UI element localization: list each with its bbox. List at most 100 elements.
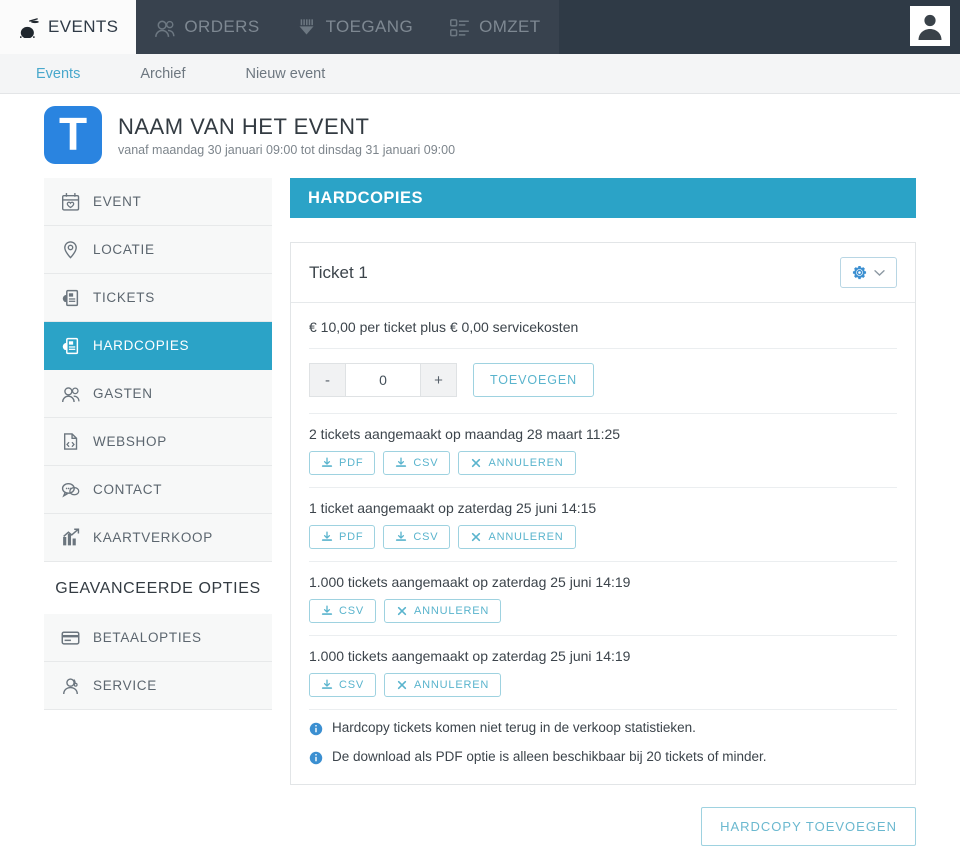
batch-description: 2 tickets aangemaakt op maandag 28 maart… (309, 426, 621, 442)
batch-pdf-button[interactable]: PDF (309, 525, 376, 549)
batch-csv-button[interactable]: CSV (383, 525, 451, 549)
batch-actions: PDF CSV Annuleren (309, 525, 897, 549)
ticket-notes: Hardcopy tickets komen niet terug in de … (309, 710, 897, 768)
sidebar: Event Locatie Tickets Hardcopies Gasten Websh… (44, 178, 272, 710)
batch-button-label: CSV (413, 457, 439, 469)
download-icon (396, 531, 407, 541)
batch-annuleren-button[interactable]: Annuleren (458, 525, 576, 549)
sidebar-item-gasten[interactable]: Gasten (44, 370, 272, 418)
batch-annuleren-button[interactable]: Annuleren (384, 673, 502, 697)
sidebar-item-label: Tickets (93, 290, 155, 305)
ticket-card-body: € 10,00 per ticket plus € 0,00 serviceko… (291, 303, 915, 784)
ticket-batch-list: 2 tickets aangemaakt op maandag 28 maart… (309, 414, 897, 710)
top-nav-tab-label: Omzet (479, 17, 541, 36)
credit-card-icon (61, 631, 79, 645)
ticket-card: Ticket 1 € 10,00 per ticket plus € 0,00 … (290, 242, 916, 785)
sidebar-item-service[interactable]: Service (44, 662, 272, 710)
user-avatar[interactable] (910, 6, 950, 46)
batch-csv-button[interactable]: CSV (309, 599, 377, 623)
ticket-card-title: Ticket 1 (309, 262, 368, 282)
top-nav-tab-label: Events (48, 17, 119, 36)
batch-button-label: Annuleren (414, 679, 490, 691)
batch-button-label: PDF (339, 531, 364, 543)
chart-icon (62, 528, 79, 546)
sidebar-item-tickets[interactable]: Tickets (44, 274, 272, 322)
sidebar-item-kaartverkoop[interactable]: Kaartverkoop (44, 514, 272, 562)
sidebar-item-contact[interactable]: Contact (44, 466, 272, 514)
event-date-range: vanaf maandag 30 januari 09:00 tot dinsd… (118, 142, 456, 157)
top-nav-tab-list: Events Orders Toegang Omzet (0, 0, 559, 54)
batch-actions: CSV Annuleren (309, 599, 897, 623)
download-icon (321, 457, 333, 467)
top-nav-tab-events[interactable]: Events (0, 0, 137, 54)
info-note-text: De download als PDF optie is alleen besc… (332, 749, 767, 764)
list-icon (450, 18, 469, 36)
sidebar-item-webshop[interactable]: Webshop (44, 418, 272, 466)
page-body: Event Locatie Tickets Hardcopies Gasten Websh… (0, 178, 960, 846)
batch-button-label: PDF (339, 457, 364, 469)
download-icon (321, 679, 333, 689)
ticket-settings-button[interactable] (840, 257, 897, 288)
ticket-icon (62, 289, 78, 307)
batch-actions: PDF CSV Annuleren (309, 451, 897, 475)
close-icon (472, 458, 481, 468)
top-nav-tab-omzet[interactable]: Omzet (431, 0, 559, 54)
panel-header: Hardcopies (290, 178, 916, 218)
support-agent-icon-wrap (60, 676, 80, 695)
users-icon-wrap (60, 384, 80, 403)
calendar-heart-icon-wrap (60, 192, 80, 211)
sidebar-item-betaalopties[interactable]: Betaalopties (44, 614, 272, 662)
batch-csv-button[interactable]: CSV (383, 451, 451, 475)
batch-actions: CSV Annuleren (309, 673, 897, 697)
sidebar-item-label: Service (93, 678, 157, 693)
sidebar-item-label: Betaalopties (93, 630, 202, 645)
quantity-increment-button[interactable]: + (421, 363, 457, 397)
download-icon (321, 531, 333, 541)
subnav-item-nieuw-event[interactable]: Nieuw event (245, 66, 325, 82)
sidebar-item-label: Event (93, 194, 142, 209)
close-icon (397, 680, 407, 690)
sidebar-advanced-list: Betaalopties Service (44, 614, 272, 710)
add-tickets-button[interactable]: Toevoegen (473, 363, 595, 397)
ticket-batch: 1 ticket aangemaakt op zaterdag 25 juni … (309, 488, 897, 562)
top-nav-tab-toegang[interactable]: Toegang (277, 0, 432, 54)
sidebar-item-event[interactable]: Event (44, 178, 272, 226)
sidebar-item-label: Gasten (93, 386, 153, 401)
info-icon (309, 722, 323, 736)
batch-button-label: Annuleren (488, 457, 564, 469)
sidebar-item-locatie[interactable]: Locatie (44, 226, 272, 274)
sidebar-item-label: Contact (93, 482, 163, 497)
ticket-batch: 1.000 tickets aangemaakt op zaterdag 25 … (309, 636, 897, 710)
batch-annuleren-button[interactable]: Annuleren (458, 451, 576, 475)
sidebar-item-hardcopies[interactable]: Hardcopies (44, 322, 272, 370)
code-file-icon (63, 433, 77, 450)
batch-button-label: Annuleren (414, 605, 490, 617)
top-nav-tab-orders[interactable]: Orders (136, 0, 278, 54)
map-pin-icon (63, 241, 77, 259)
event-header: T Naam van het event vanaf maandag 30 ja… (0, 94, 960, 178)
batch-csv-button[interactable]: CSV (309, 673, 377, 697)
wristband-icon (299, 18, 314, 34)
quantity-input[interactable] (345, 363, 421, 397)
add-hardcopy-button[interactable]: Hardcopy toevoegen (701, 807, 916, 846)
ticket-batch: 1.000 tickets aangemaakt op zaterdag 25 … (309, 562, 897, 636)
batch-annuleren-button[interactable]: Annuleren (384, 599, 502, 623)
batch-description: 1.000 tickets aangemaakt op zaterdag 25 … (309, 648, 631, 664)
batch-button-label: CSV (413, 531, 439, 543)
batch-button-label: CSV (339, 605, 365, 617)
subnav-item-events[interactable]: Events (36, 66, 80, 82)
ticket-price-line: € 10,00 per ticket plus € 0,00 serviceko… (309, 307, 897, 349)
chevron-down-icon (874, 269, 885, 276)
users-icon-wrap (154, 17, 175, 38)
list-icon-wrap (449, 17, 470, 38)
chat-bubbles-icon-wrap (60, 480, 80, 499)
batch-pdf-button[interactable]: PDF (309, 451, 376, 475)
wristband-icon-wrap (296, 17, 317, 38)
subnav-item-archief[interactable]: Archief (140, 66, 185, 82)
sidebar-advanced-heading: Geavanceerde opties (44, 562, 272, 614)
code-file-icon-wrap (60, 432, 80, 451)
top-nav-spacer (558, 0, 960, 54)
download-icon (396, 457, 407, 467)
quantity-decrement-button[interactable]: - (309, 363, 345, 397)
close-icon (397, 606, 407, 616)
